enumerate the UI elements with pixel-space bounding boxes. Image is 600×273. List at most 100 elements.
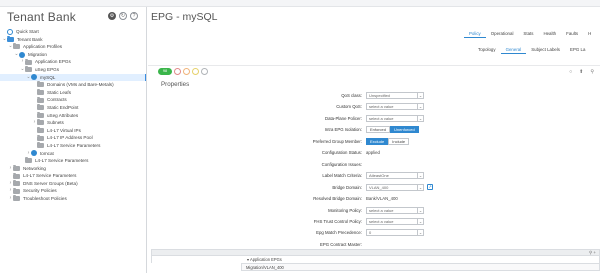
pane-resize-handle[interactable]: ⋮	[145, 157, 146, 165]
warning-fault-icon[interactable]	[201, 68, 208, 75]
major-fault-icon[interactable]	[183, 68, 190, 75]
field-label: Label Match Criteria:	[322, 173, 362, 179]
gear-icon[interactable]: ⚙	[108, 12, 116, 20]
field-control: Enforced Unenforced	[366, 126, 419, 134]
tree-item-label: Networking	[23, 165, 46, 171]
dropdown-select[interactable]: AtleastOne ⌄	[366, 172, 424, 180]
table-row[interactable]: Migration/VLAN_400	[241, 263, 600, 271]
tree-item[interactable]: L4-L7 Service Parameters	[0, 172, 146, 180]
dropdown-select[interactable]: VLAN_400 ⌄	[366, 183, 424, 191]
table-column-header[interactable]: ▾ Application EPGs	[151, 256, 600, 263]
refresh-icon[interactable]: ↻	[119, 12, 127, 20]
tree-item[interactable]: ⌄ Tenant Bank	[0, 36, 146, 44]
open-link-icon[interactable]: ↗	[427, 183, 433, 190]
form-row: Epg Match Precedence: 0 ⌄	[148, 229, 600, 237]
tree-item-label: Quick Start	[16, 29, 39, 34]
chevron-down-icon[interactable]: ⌄	[417, 115, 423, 121]
chevron-down-icon[interactable]: ⌄	[417, 184, 423, 190]
tools-icon[interactable]: ⚲	[590, 69, 594, 75]
tree-item[interactable]: Contracts	[0, 96, 146, 104]
chevron-down-icon[interactable]: ⌄	[417, 93, 423, 98]
tree-item-label: L4-L7 Service Parameters	[35, 158, 89, 164]
minor-fault-icon[interactable]	[192, 68, 199, 75]
table-actions-icon[interactable]: ⚲ +	[589, 250, 596, 256]
tree-item[interactable]: › DNS Server Groups (Beta)	[0, 180, 146, 188]
dropdown-value: AtleastOne	[369, 173, 389, 179]
tree-item[interactable]: Static EndPoint	[0, 104, 146, 112]
tab-epg-la[interactable]: EPG La	[565, 46, 590, 54]
tree-item[interactable]: ⌄ uSeg EPGs	[0, 66, 146, 74]
folder-icon	[13, 164, 20, 171]
tree-item[interactable]: › Subnets	[0, 119, 146, 127]
tab-stats[interactable]: Stats	[518, 30, 538, 38]
top-strip	[0, 0, 600, 7]
page-title: EPG - mySQL	[151, 11, 218, 23]
clock-icon[interactable]: ○	[569, 69, 572, 75]
properties-heading: Properties	[161, 81, 190, 88]
folder-icon	[37, 89, 44, 96]
folder-icon	[13, 43, 20, 50]
tree-item[interactable]: Static Leafs	[0, 89, 146, 97]
tree-item[interactable]: L4-L7 Virtual IPs	[0, 127, 146, 135]
tree-item[interactable]: Quick Start	[0, 28, 146, 36]
tab-policy[interactable]: Policy	[464, 30, 486, 38]
tab-operational[interactable]: Operational	[486, 30, 519, 38]
table-toolbar: ⚲ +	[151, 249, 600, 256]
help-icon[interactable]: ?	[130, 12, 138, 20]
option-unenforced-button[interactable]: Unenforced	[390, 126, 419, 134]
form-row: Configuration Issues:	[148, 161, 600, 168]
tab-h[interactable]: H	[583, 30, 596, 38]
tree-item[interactable]: L4-L7 IP Address Pool	[0, 134, 146, 142]
divider	[148, 65, 600, 66]
dropdown-select[interactable]: select a value ⌄	[366, 114, 424, 122]
tab-general[interactable]: General	[500, 46, 527, 54]
option-exclude-button[interactable]: Exclude	[366, 137, 389, 145]
chevron-down-icon[interactable]: ⌄	[417, 230, 423, 236]
tree-item-label: uSeg Attributes	[47, 112, 79, 118]
tree-item[interactable]: ⌄ Application Profiles	[0, 43, 146, 51]
option-enforced-button[interactable]: Enforced	[366, 126, 391, 134]
critical-fault-icon[interactable]	[174, 68, 181, 75]
tree-item-label: Static Leafs	[47, 89, 72, 95]
dropdown-value: Unspecified	[369, 93, 390, 98]
chevron-down-icon[interactable]: ⌄	[417, 218, 423, 224]
chevron-down-icon[interactable]: ⌄	[417, 207, 423, 213]
chevron-down-icon[interactable]: ⌄	[417, 173, 423, 179]
option-include-button[interactable]: Include	[388, 137, 410, 145]
tab-faults[interactable]: Faults	[561, 30, 583, 38]
fault-summary: 98	[158, 68, 208, 75]
tree-item-label: Tenant Bank	[17, 36, 43, 42]
tab-health[interactable]: Health	[538, 30, 561, 38]
chevron-down-icon[interactable]: ⌄	[417, 104, 423, 110]
folder-icon	[25, 58, 32, 65]
field-label: Configuration Status:	[321, 150, 362, 156]
tree-item[interactable]: ⌄ mySQL	[0, 73, 146, 82]
upload-icon[interactable]: ⬆	[579, 69, 583, 75]
tree-item[interactable]: Domains (VMs and Bare-Metals)	[0, 81, 146, 89]
tree-item[interactable]: › tomcat	[0, 150, 146, 158]
health-score-badge[interactable]: 98	[158, 68, 172, 75]
folder-icon	[37, 134, 44, 141]
dropdown-select[interactable]: select a value ⌄	[366, 217, 424, 225]
content-pane: EPG - mySQL Policy Operational Stats Health…	[148, 7, 600, 273]
tree-item[interactable]: › Application EPGs	[0, 58, 146, 66]
tree-item[interactable]: uSeg Attributes	[0, 111, 146, 120]
tab-topology[interactable]: Topology	[473, 46, 501, 54]
tree-item[interactable]: › Security Policies	[0, 187, 146, 195]
dropdown-select[interactable]: select a value ⌄	[366, 206, 424, 214]
dropdown-select[interactable]: Unspecified ⌄	[366, 92, 424, 99]
tree-item-label: tomcat	[40, 150, 54, 156]
tree-item-label: Troubleshoot Policies	[23, 196, 67, 202]
tree-item[interactable]: L4-L7 Service Parameters	[0, 157, 146, 165]
tree-item[interactable]: › Networking	[0, 164, 146, 173]
tab-subject-labels[interactable]: Subject Labels	[526, 46, 565, 54]
tree-item[interactable]: L4-L7 Service Parameters	[0, 142, 146, 150]
tree-item[interactable]: › Troubleshoot Policies	[0, 195, 146, 203]
dropdown-select[interactable]: 0 ⌄	[366, 229, 424, 237]
folder-icon	[25, 66, 32, 73]
dropdown-select[interactable]: select a value ⌄	[366, 103, 424, 111]
tree-item-label: Static EndPoint	[47, 104, 79, 110]
tree-item-label: DNS Server Groups (Beta)	[23, 180, 78, 186]
folder-icon	[37, 142, 44, 149]
tree-item[interactable]: ⌄ Migration	[0, 51, 146, 59]
